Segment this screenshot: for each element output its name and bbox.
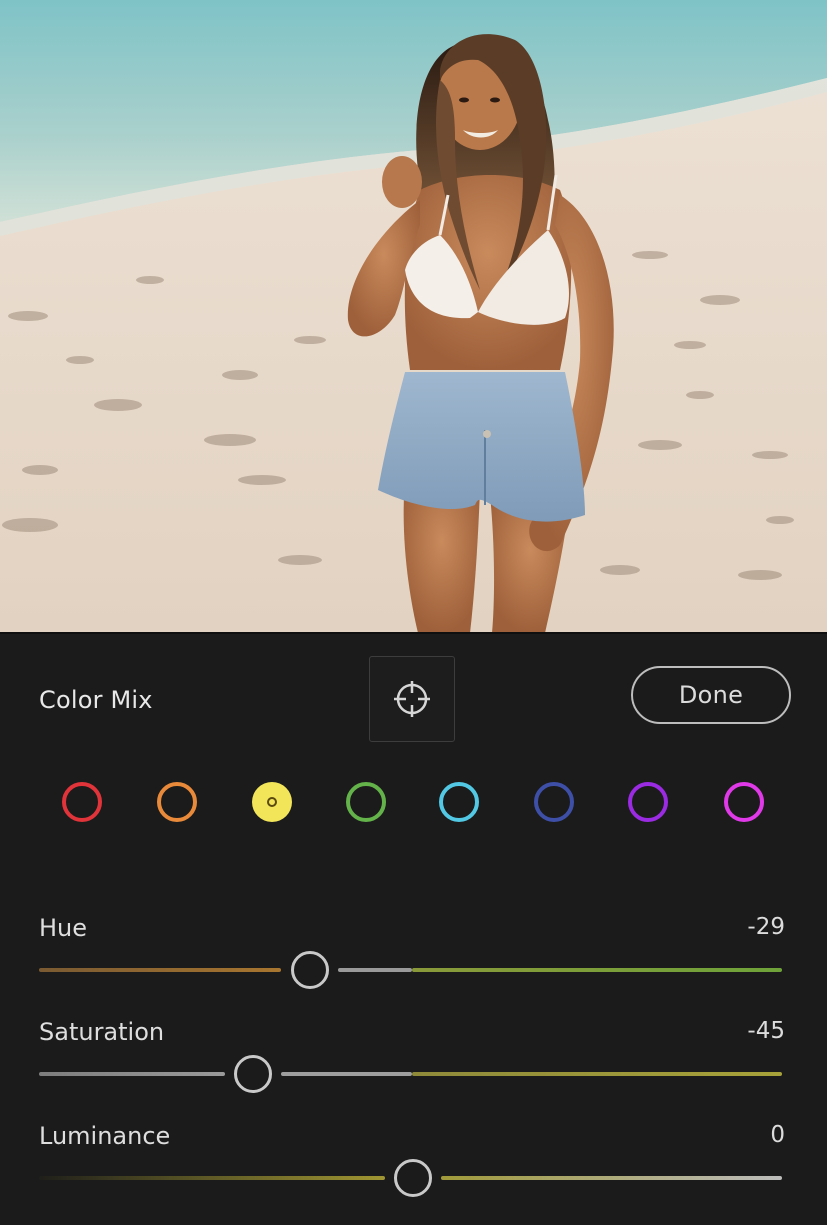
luminance-label: Luminance [39, 1122, 171, 1150]
swatch-yellow[interactable] [252, 782, 292, 822]
saturation-slider-group: Saturation -45 [39, 1018, 785, 1098]
swatch-orange[interactable] [157, 782, 197, 822]
hue-slider-group: Hue -29 [39, 914, 785, 994]
saturation-slider-knob[interactable] [234, 1055, 272, 1093]
hue-track[interactable] [39, 968, 782, 972]
selected-indicator-dot [267, 797, 277, 807]
hue-label: Hue [39, 914, 88, 942]
saturation-track[interactable] [39, 1072, 782, 1076]
luminance-track-left [39, 1176, 385, 1180]
hue-track-left [39, 968, 281, 972]
color-swatch-row [0, 782, 827, 826]
hue-value[interactable]: -29 [747, 914, 785, 940]
swatch-green[interactable] [346, 782, 386, 822]
luminance-track-right [441, 1176, 782, 1180]
swatch-purple[interactable] [628, 782, 668, 822]
saturation-label: Saturation [39, 1018, 165, 1046]
swatch-red[interactable] [62, 782, 102, 822]
hue-slider-knob[interactable] [291, 951, 329, 989]
saturation-track-right [412, 1072, 782, 1076]
panel-title: Color Mix [39, 686, 153, 714]
swatch-blue[interactable] [534, 782, 574, 822]
hue-track-mid [338, 968, 412, 972]
luminance-slider-group: Luminance 0 [39, 1122, 785, 1202]
swatch-magenta[interactable] [724, 782, 764, 822]
done-button[interactable]: Done [631, 666, 791, 724]
saturation-track-left [39, 1072, 225, 1076]
photo-preview[interactable] [0, 0, 827, 633]
photo-canvas [0, 0, 827, 633]
saturation-track-mid [281, 1072, 412, 1076]
color-mix-panel: Color Mix Done Hue -29 Saturation -45 Lu… [0, 634, 827, 1225]
hue-track-right [412, 968, 782, 972]
luminance-slider-knob[interactable] [394, 1159, 432, 1197]
targeted-adjustment-button[interactable] [369, 656, 455, 742]
saturation-value[interactable]: -45 [747, 1018, 785, 1044]
luminance-value[interactable]: 0 [770, 1122, 785, 1148]
crosshair-icon [394, 681, 430, 717]
swatch-aqua[interactable] [439, 782, 479, 822]
